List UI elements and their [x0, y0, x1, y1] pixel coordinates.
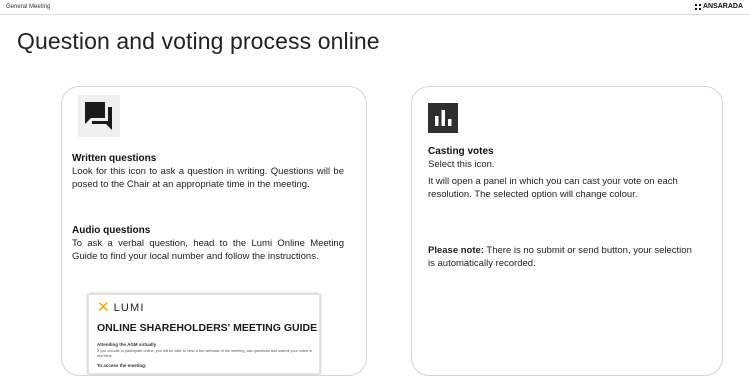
meeting-guide-preview[interactable]: ✕ LUMI ONLINE SHAREHOLDERS' MEETING GUID… — [88, 294, 320, 374]
brand-name: ANSARADA — [702, 3, 743, 10]
guide-body: If you choose to participate online, you… — [97, 349, 313, 358]
lumi-x-icon: ✕ — [97, 299, 110, 316]
brand-logo: ANSARADA — [694, 3, 743, 10]
brand-mark-icon — [694, 3, 701, 10]
casting-votes-title: Casting votes — [428, 146, 494, 157]
header-left-label: General Meeting — [6, 4, 51, 10]
guide-subheading: Attending the AGM virtually — [97, 342, 157, 347]
lumi-logo-text: LUMI — [113, 301, 145, 314]
written-questions-text: Look for this icon to ask a question in … — [72, 166, 344, 190]
casting-votes-line1: Select this icon. — [428, 159, 495, 170]
bar-chart-icon[interactable] — [428, 103, 458, 133]
header-divider — [0, 14, 749, 15]
audio-questions-text: To ask a verbal question, head to the Lu… — [72, 238, 344, 262]
casting-votes-section: Casting votes Select this icon. It will … — [428, 146, 698, 201]
questions-card: Written questions Look for this icon to … — [61, 86, 367, 376]
page-title: Question and voting process online — [17, 28, 380, 54]
audio-questions-section: Audio questions To ask a verbal question… — [72, 225, 344, 263]
question-answer-icon[interactable] — [78, 95, 120, 137]
written-questions-section: Written questions Look for this icon to … — [72, 153, 344, 191]
written-questions-title: Written questions — [72, 153, 157, 164]
guide-title: ONLINE SHAREHOLDERS' MEETING GUIDE 2022 — [97, 322, 320, 334]
please-note-label: Please note: — [428, 245, 484, 256]
voting-card: · Casting votes Select this icon. It wil… — [411, 86, 723, 376]
casting-votes-line2: It will open a panel in which you can ca… — [428, 176, 678, 200]
please-note-section: Please note: There is no submit or send … — [428, 244, 698, 270]
decorative-dot: · — [426, 92, 428, 98]
guide-subheading-2: To access the meeting: — [97, 363, 147, 368]
lumi-logo: ✕ LUMI — [97, 300, 145, 315]
audio-questions-title: Audio questions — [72, 225, 151, 236]
